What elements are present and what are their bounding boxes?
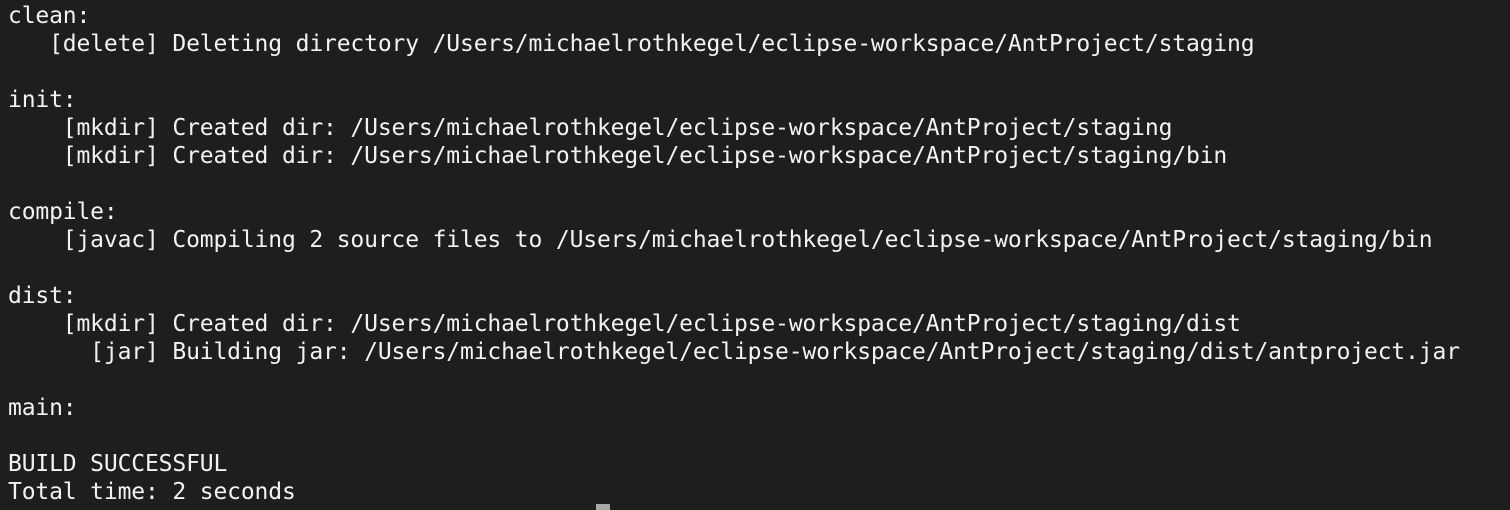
jar-task-line: [jar] Building jar: /Users/michaelrothke… [8, 339, 1460, 365]
total-time-line: Total time: 2 seconds [8, 479, 296, 505]
javac-task-line: [javac] Compiling 2 source files to /Use… [8, 227, 1433, 253]
terminal-window[interactable]: clean: [delete] Deleting directory /User… [0, 0, 1510, 510]
target-compile-line: compile: [8, 199, 118, 225]
mkdir-task-line: [mkdir] Created dir: /Users/michaelrothk… [8, 115, 1173, 141]
build-status-line: BUILD SUCCESSFUL [8, 451, 228, 477]
text-cursor [596, 504, 610, 510]
target-init-line: init: [8, 87, 77, 113]
target-clean-line: clean: [8, 3, 91, 29]
target-dist-line: dist: [8, 283, 77, 309]
target-main-line: main: [8, 395, 77, 421]
delete-task-line: [delete] Deleting directory /Users/micha… [8, 31, 1255, 57]
terminal-output: clean: [delete] Deleting directory /User… [8, 2, 1460, 506]
mkdir-task-line: [mkdir] Created dir: /Users/michaelrothk… [8, 143, 1228, 169]
mkdir-task-line: [mkdir] Created dir: /Users/michaelrothk… [8, 311, 1241, 337]
